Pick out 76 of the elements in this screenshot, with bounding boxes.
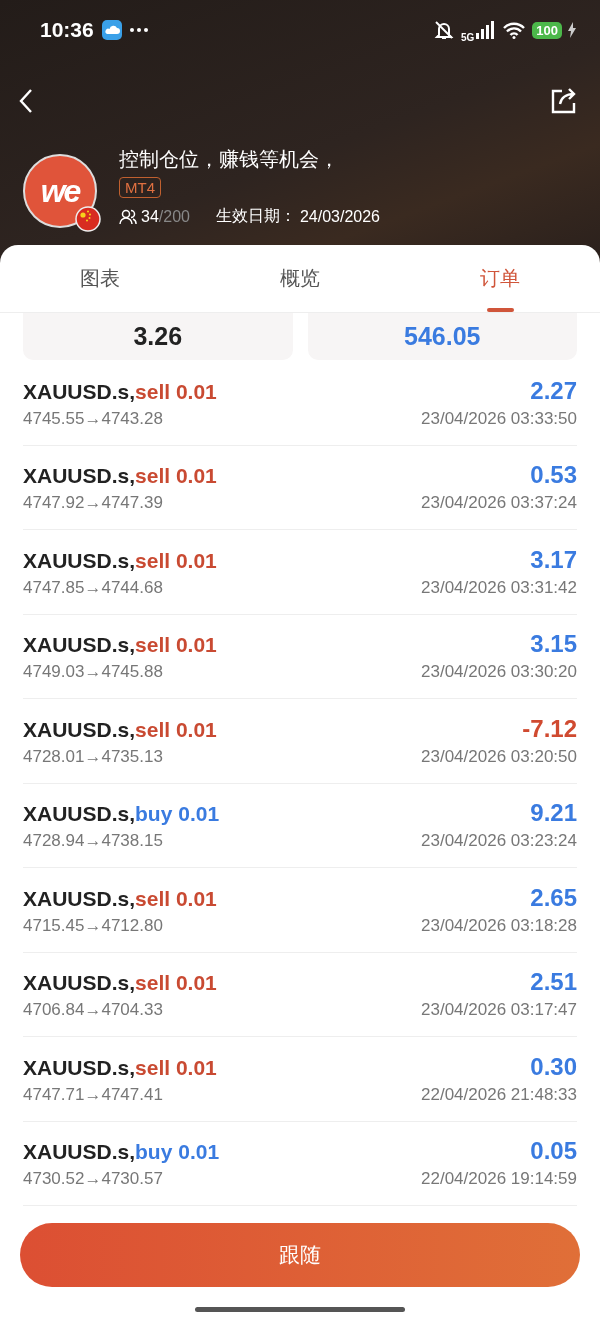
order-symbol: XAUUSD.s, xyxy=(23,971,136,996)
order-prices: 4747.85→4744.68 xyxy=(23,577,163,598)
order-symbol: XAUUSD.s, xyxy=(23,886,136,911)
effective-date: 24/03/2026 xyxy=(299,207,380,226)
order-time: 23/04/2026 03:18:28 xyxy=(421,915,577,936)
people-icon xyxy=(119,208,137,225)
order-time: 23/04/2026 03:33:50 xyxy=(421,408,577,429)
order-prices: 4715.45→4712.80 xyxy=(23,915,163,936)
flag-icon xyxy=(75,206,101,232)
muted-bell-icon xyxy=(432,19,455,41)
order-prices: 4728.01→4735.13 xyxy=(23,746,163,767)
order-time: 23/04/2026 03:30:20 xyxy=(421,662,577,683)
follower-limit: /200 xyxy=(158,207,190,226)
order-side: sell 0.01 xyxy=(135,886,217,911)
order-side: sell 0.01 xyxy=(135,379,217,404)
order-symbol: XAUUSD.s, xyxy=(23,1140,136,1165)
wifi-icon xyxy=(502,21,527,39)
order-prices: 4730.52→4730.57 xyxy=(23,1169,163,1190)
order-prices: 4706.84→4704.33 xyxy=(23,1000,163,1021)
cloud-app-icon xyxy=(101,20,122,40)
platform-badge: MT4 xyxy=(119,177,161,198)
order-side: buy 0.01 xyxy=(135,1140,220,1165)
order-symbol: XAUUSD.s, xyxy=(23,717,136,742)
effective-date-label: 生效日期： xyxy=(215,206,296,226)
order-side: sell 0.01 xyxy=(135,971,217,996)
order-prices: 4745.55→4743.28 xyxy=(23,408,163,429)
tab[interactable]: 图表 xyxy=(0,245,200,312)
order-profit: 0.05 xyxy=(530,1137,577,1166)
network-label: 5G xyxy=(460,31,475,43)
order-time: 23/04/2026 03:23:24 xyxy=(421,831,577,852)
order-profit: 2.27 xyxy=(530,376,577,405)
order-prices: 4747.71→4747.41 xyxy=(23,1084,163,1105)
order-symbol: XAUUSD.s, xyxy=(23,548,136,573)
order-profit: 2.51 xyxy=(530,968,577,997)
follower-count: 34 xyxy=(141,207,159,226)
order-profit: 9.21 xyxy=(530,799,577,828)
order-side: sell 0.01 xyxy=(135,464,217,489)
order-profit: 0.30 xyxy=(530,1052,577,1081)
order-profit: 3.17 xyxy=(530,545,577,574)
order-side: sell 0.01 xyxy=(135,633,217,658)
order-side: sell 0.01 xyxy=(135,1055,217,1080)
order-time: 22/04/2026 19:14:59 xyxy=(421,1169,577,1190)
share-icon[interactable] xyxy=(550,88,578,114)
order-prices: 4749.03→4745.88 xyxy=(23,662,163,683)
follow-button[interactable]: 跟随 xyxy=(20,1223,580,1287)
signal-icon xyxy=(476,21,497,39)
order-time: 23/04/2026 03:37:24 xyxy=(421,493,577,514)
order-time: 23/04/2026 03:17:47 xyxy=(421,1000,577,1021)
order-symbol: XAUUSD.s, xyxy=(23,379,136,404)
summary-value: 546.05 xyxy=(404,322,481,351)
status-time: 10:36 xyxy=(40,18,94,42)
order-profit: 0.53 xyxy=(530,461,577,490)
order-time: 22/04/2026 21:48:33 xyxy=(421,1084,577,1105)
order-symbol: XAUUSD.s, xyxy=(23,1055,136,1080)
strategy-title: 控制仓位，赚钱等机会， xyxy=(119,147,340,172)
back-icon[interactable] xyxy=(18,88,34,114)
order-profit: 2.65 xyxy=(530,883,577,912)
order-prices: 4728.94→4738.15 xyxy=(23,831,163,852)
charging-icon xyxy=(568,22,576,38)
order-time: 23/04/2026 03:31:42 xyxy=(421,577,577,598)
order-time: 23/04/2026 03:20:50 xyxy=(421,746,577,767)
avatar-logo: we xyxy=(40,172,80,210)
order-side: sell 0.01 xyxy=(135,548,217,573)
order-profit: -7.12 xyxy=(522,714,577,743)
order-symbol: XAUUSD.s, xyxy=(23,633,136,658)
battery-level: 100 xyxy=(532,21,562,39)
summary-value: 3.26 xyxy=(133,322,183,351)
order-side: buy 0.01 xyxy=(135,802,220,827)
tab[interactable]: 订单 xyxy=(400,245,600,312)
order-prices: 4747.92→4747.39 xyxy=(23,493,163,514)
order-symbol: XAUUSD.s, xyxy=(23,802,136,827)
tab[interactable]: 概览 xyxy=(200,245,400,312)
order-side: sell 0.01 xyxy=(135,717,217,742)
order-symbol: XAUUSD.s, xyxy=(23,464,136,489)
more-icon xyxy=(129,28,148,32)
order-profit: 3.15 xyxy=(530,630,577,659)
